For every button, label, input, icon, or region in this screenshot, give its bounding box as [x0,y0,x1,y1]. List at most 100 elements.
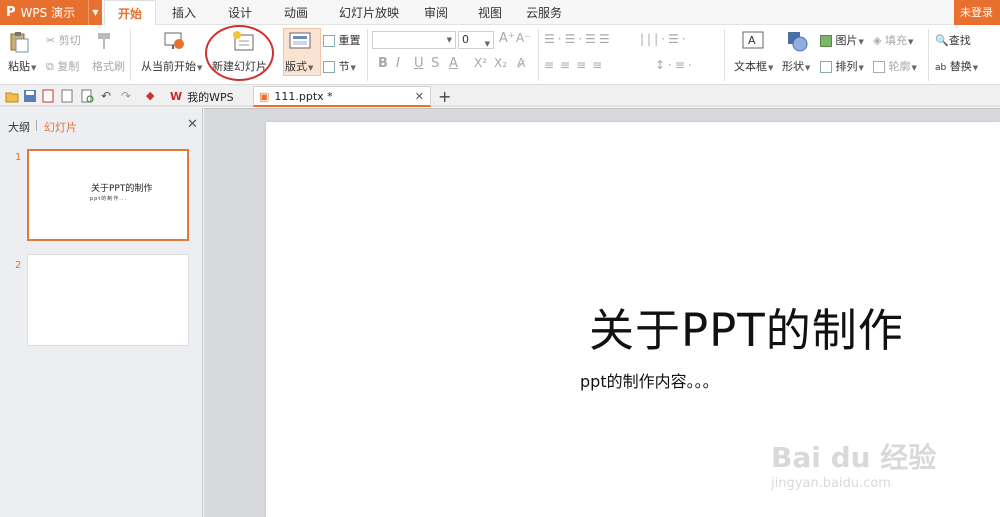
bold-button[interactable]: B [378,56,388,71]
clear-format-button[interactable]: A̷ [517,56,525,70]
tab-design[interactable]: 设计 [212,0,268,25]
tab-review[interactable]: 审阅 [414,0,458,25]
app-name: WPS 演示 [20,6,76,20]
shadow-button[interactable]: S [431,56,439,71]
text-box-label: 文本框 [734,60,767,73]
menu-tabs: 开始 插入 设计 动画 幻灯片放映 审阅 视图 云服务 [104,0,566,25]
text-box-icon[interactable]: A [742,30,764,50]
underline-button[interactable]: U [414,56,424,71]
section-button[interactable]: 节▼ [323,58,356,74]
shape-label: 形状 [782,60,804,73]
paste-label: 粘贴 [8,60,30,73]
paste-button[interactable]: 粘贴▼ [8,58,36,74]
slide-thumbnail-2[interactable] [27,254,189,346]
tab-home[interactable]: 开始 [104,0,156,25]
print-icon[interactable] [60,89,74,103]
italic-button[interactable]: I [396,56,400,71]
from-current-button[interactable]: 从当前开始▼ [141,58,202,74]
slide-title[interactable]: 关于PPT的制作 [589,294,904,359]
outline-button[interactable]: 轮廓▼ [873,58,917,74]
copy-icon: ⧉ [46,60,54,73]
wps-w-icon: W [170,90,183,103]
slide-thumbnail-1[interactable]: 关于PPT的制作 ppt的制作... [27,149,189,241]
tab-cloud[interactable]: 云服务 [522,0,566,25]
from-current-icon[interactable] [163,30,185,52]
shrink-font-button[interactable]: A⁻ [516,31,531,45]
shape-button[interactable]: 形状▼ [782,58,810,74]
undo-icon[interactable]: ↶ [101,89,115,103]
shape-icon[interactable] [786,30,808,52]
replace-icon: ab [935,63,947,73]
fill-icon: ◈ [873,34,882,47]
tab-slideshow[interactable]: 幻灯片放映 [324,0,414,25]
arrange-icon [820,61,832,73]
cut-button[interactable]: ✂ 剪切 [46,32,81,48]
svg-text:A: A [748,34,756,47]
print-preview-icon[interactable] [80,89,94,103]
export-pdf-icon[interactable] [41,89,55,103]
paste-icon[interactable] [8,31,30,53]
redo-icon[interactable]: ↷ [121,89,135,103]
login-button[interactable]: 未登录 [954,0,1000,25]
ribbon-divider [538,29,539,81]
from-current-label: 从当前开始 [141,60,196,73]
tab-insert[interactable]: 插入 [156,0,212,25]
section-label: 节 [338,60,350,73]
align-buttons[interactable]: ≡≡≡≡ [544,58,608,72]
arrange-button[interactable]: 排列▼ [820,58,864,74]
close-icon[interactable]: ✕ [187,117,198,132]
ribbon-divider [130,29,131,81]
find-button[interactable]: 🔍查找 [935,32,971,48]
replace-button[interactable]: ab 替换▼ [935,58,978,74]
replace-label: 替换 [949,60,972,73]
line-spacing-buttons[interactable]: ↕·≡· [655,58,695,72]
format-painter-button[interactable]: 格式刷 [92,58,125,74]
tab-document[interactable]: ▣ 111.pptx * ✕ [253,86,431,107]
tab-outline[interactable]: 大纲 [8,119,30,135]
save-icon[interactable] [23,89,37,103]
copy-label: 复制 [57,60,80,73]
subscript-button[interactable]: X₂ [494,56,507,70]
tab-slides[interactable]: 幻灯片 [44,119,77,135]
new-tab-button[interactable]: + [438,86,454,107]
pptx-file-icon: ▣ [259,89,270,103]
picture-label: 图片 [835,34,858,47]
document-tab-bar: ↶ ↷ ◆ W 我的WPS ▣ 111.pptx * ✕ + [0,85,1000,107]
reset-button[interactable]: 重置 [323,32,361,48]
close-icon[interactable]: ✕ [415,90,424,103]
superscript-button[interactable]: X² [474,56,487,70]
open-folder-icon[interactable] [5,89,19,103]
fill-button[interactable]: ◈ 填充▼ [873,32,913,48]
copy-button[interactable]: ⧉ 复制 [46,58,79,74]
arrange-label: 排列 [835,60,858,73]
slide-number: 1 [15,152,22,163]
thumbnail-title: 关于PPT的制作 [91,184,153,194]
text-direction-buttons[interactable]: |||·☰· [640,32,689,46]
search-icon: 🔍 [935,34,949,47]
font-size-select[interactable]: 0 ▼ [458,31,494,49]
thumbnail-body: ppt的制作... [90,196,128,202]
tab-animation[interactable]: 动画 [268,0,324,25]
font-name-select[interactable]: ▼ [372,31,456,49]
grow-font-button[interactable]: A⁺ [499,31,515,46]
chevron-down-icon[interactable]: ▼ [88,0,102,25]
ribbon-divider [367,29,368,81]
font-color-button[interactable]: A [449,56,458,71]
layout-button[interactable]: 版式▼ [285,58,313,74]
text-box-button[interactable]: 文本框▼ [734,58,773,74]
outline-label: 轮廓 [888,60,911,73]
watermark-url: jingyan.baidu.com [771,476,891,491]
tab-document-label: 111.pptx * [274,89,333,103]
picture-button[interactable]: 图片▼ [820,32,864,48]
slide-body-text[interactable]: ppt的制作内容。。。 [580,368,719,392]
wps-app-menu-button[interactable]: P WPS 演示 ▼ [0,0,102,25]
panel-tab-divider [36,120,37,131]
paragraph-list-buttons[interactable]: ☰·☰·☰☰ [544,32,613,46]
layout-icon[interactable] [289,31,311,51]
ribbon-divider [928,29,929,81]
tab-my-wps[interactable]: W 我的WPS [163,86,251,107]
format-painter-icon[interactable] [94,31,114,51]
tab-view[interactable]: 视图 [458,0,522,25]
customize-quick-access-icon[interactable]: ◆ [146,89,160,103]
section-icon [323,61,335,73]
